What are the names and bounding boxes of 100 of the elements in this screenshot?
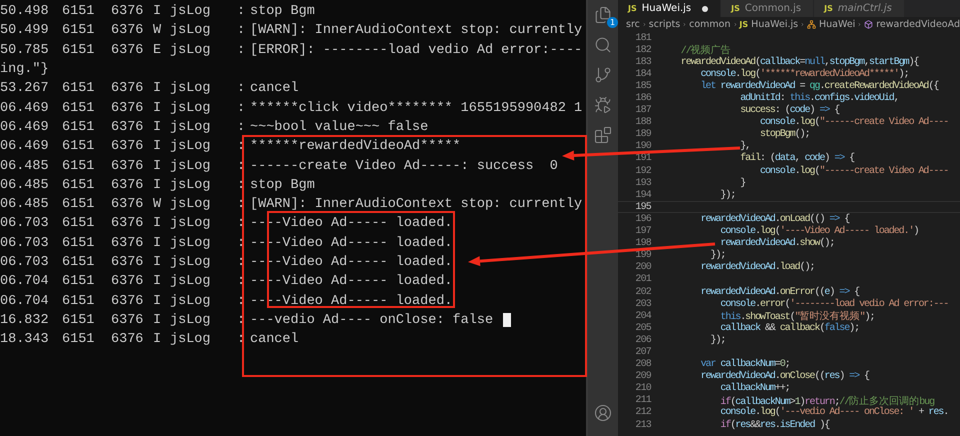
log-message: ---vedio Ad---- onClose: false: [250, 312, 494, 328]
line-number: 210: [634, 383, 652, 394]
code-line: console.log('---vedio Ad---- onClose: ' + res.: [719, 407, 948, 418]
code-line: if(res&&res.isEnded ){: [719, 420, 830, 431]
log-tag: jsLog: [170, 42, 211, 58]
thread-id: 6376: [111, 274, 144, 290]
log-message: [WARN]: InnerAudioContext stop: currently: [250, 197, 582, 212]
log-tag: jsLog: [170, 81, 211, 96]
log-level: I: [153, 4, 162, 20]
code-line: },: [739, 141, 750, 152]
log-message: stop Bgm: [250, 4, 315, 20]
breadcrumb-item[interactable]: scripts: [648, 18, 680, 30]
code-line: rewardedVideoAd.onError((e) => {: [700, 286, 860, 298]
separator: :: [237, 178, 246, 193]
search-icon[interactable]: [594, 36, 612, 54]
process-id: 6151: [62, 312, 94, 328]
line-number: 196: [634, 214, 652, 225]
log-time: 06.703: [0, 216, 49, 232]
breadcrumb-item[interactable]: HuaWei: [807, 18, 856, 30]
log-level: I: [153, 120, 162, 135]
process-id: 6151: [62, 236, 94, 251]
thread-id: 6376: [111, 42, 144, 58]
log-level: I: [153, 255, 162, 270]
log-level: I: [153, 236, 162, 251]
code-line: });: [710, 250, 726, 262]
code-line: fail: (data, code) => {: [739, 153, 854, 164]
separator: :: [237, 158, 246, 174]
log-time: 06.485: [0, 158, 49, 174]
log-time: 06.469: [0, 120, 49, 135]
code-line: callback && callback(false);: [719, 322, 860, 334]
log-tag: jsLog: [170, 197, 211, 212]
thread-id: 6376: [111, 139, 144, 154]
line-number: 183: [634, 56, 652, 68]
code-line: rewardedVideoAd.onClose((res) => {: [700, 371, 869, 382]
log-time: 50.498: [0, 4, 49, 20]
code-line: if(callbackNum>1)return;//防止多次回调的bug: [719, 394, 934, 408]
editor-tab[interactable]: JS HuaWei.js: [618, 0, 722, 17]
code-line: });: [710, 334, 726, 346]
log-level: I: [153, 158, 162, 174]
line-number: 187: [634, 105, 652, 116]
file-type-icon: JS: [628, 4, 637, 13]
log-time: 50.785: [0, 42, 49, 58]
log-time: 18.343: [0, 332, 49, 348]
line-number: 188: [634, 117, 652, 128]
log-tag: jsLog: [170, 274, 211, 290]
log-tag: jsLog: [170, 236, 211, 251]
hierarchy-icon: [807, 20, 816, 28]
breadcrumb-item[interactable]: src: [626, 18, 640, 30]
log-tag: jsLog: [170, 158, 211, 174]
log-level: I: [153, 312, 162, 328]
log-level: I: [153, 100, 162, 116]
log-tag: jsLog: [170, 178, 211, 193]
source-control-icon[interactable]: [594, 66, 612, 84]
log-tag: jsLog: [170, 312, 211, 328]
process-id: 6151: [62, 178, 94, 193]
extensions-icon[interactable]: [594, 126, 612, 144]
line-number: 211: [634, 395, 652, 406]
cube-icon: [864, 20, 874, 28]
code-line: //视频广告: [680, 44, 731, 58]
log-time: 06.469: [0, 100, 49, 116]
log-level: I: [153, 178, 162, 193]
line-number: 195: [634, 202, 652, 213]
line-number: 182: [634, 44, 652, 56]
file-type-icon: JS: [824, 4, 833, 13]
process-id: 6151: [62, 197, 94, 212]
log-level: I: [153, 294, 162, 309]
account-icon[interactable]: [594, 404, 612, 422]
line-number: 190: [634, 141, 652, 152]
process-id: 6151: [62, 4, 94, 20]
code-line: console.log("------create Video Ad----: [759, 117, 948, 128]
breadcrumb-item[interactable]: common: [689, 18, 731, 30]
thread-id: 6376: [111, 294, 144, 309]
notification-badge: 1: [607, 17, 618, 28]
separator: :: [237, 197, 246, 212]
code-line: callbackNum++;: [719, 383, 790, 394]
log-time: 06.704: [0, 274, 49, 290]
log-tag: jsLog: [170, 100, 211, 116]
line-number: 184: [634, 68, 652, 80]
run-debug-icon[interactable]: [594, 96, 612, 114]
code-line: rewardedVideoAd(callback=null,stopBgm,startBgm){: [680, 56, 918, 68]
log-tag: jsLog: [170, 255, 211, 270]
line-number: 192: [634, 166, 652, 177]
files-icon[interactable]: [594, 6, 612, 24]
code-line: adUnitId: this.configs.videoUid,: [739, 93, 899, 104]
line-number: 198: [634, 238, 652, 250]
breadcrumb-item[interactable]: rewardedVideoAd: [864, 18, 960, 30]
editor-tab[interactable]: JS mainCtrl.js: [814, 0, 905, 17]
breadcrumb-item[interactable]: JS HuaWei.js: [739, 18, 798, 30]
separator: :: [237, 81, 246, 96]
thread-id: 6376: [111, 100, 144, 116]
line-number: 209: [634, 371, 652, 382]
separator: :: [237, 236, 246, 251]
thread-id: 6376: [111, 178, 144, 193]
log-level: I: [153, 274, 162, 290]
process-id: 6151: [62, 158, 94, 174]
line-number: 202: [634, 286, 652, 298]
line-number: 194: [634, 190, 652, 201]
code-line: }: [739, 178, 746, 189]
log-time: 06.485: [0, 197, 49, 212]
editor-tab[interactable]: JS Common.js: [721, 0, 814, 17]
